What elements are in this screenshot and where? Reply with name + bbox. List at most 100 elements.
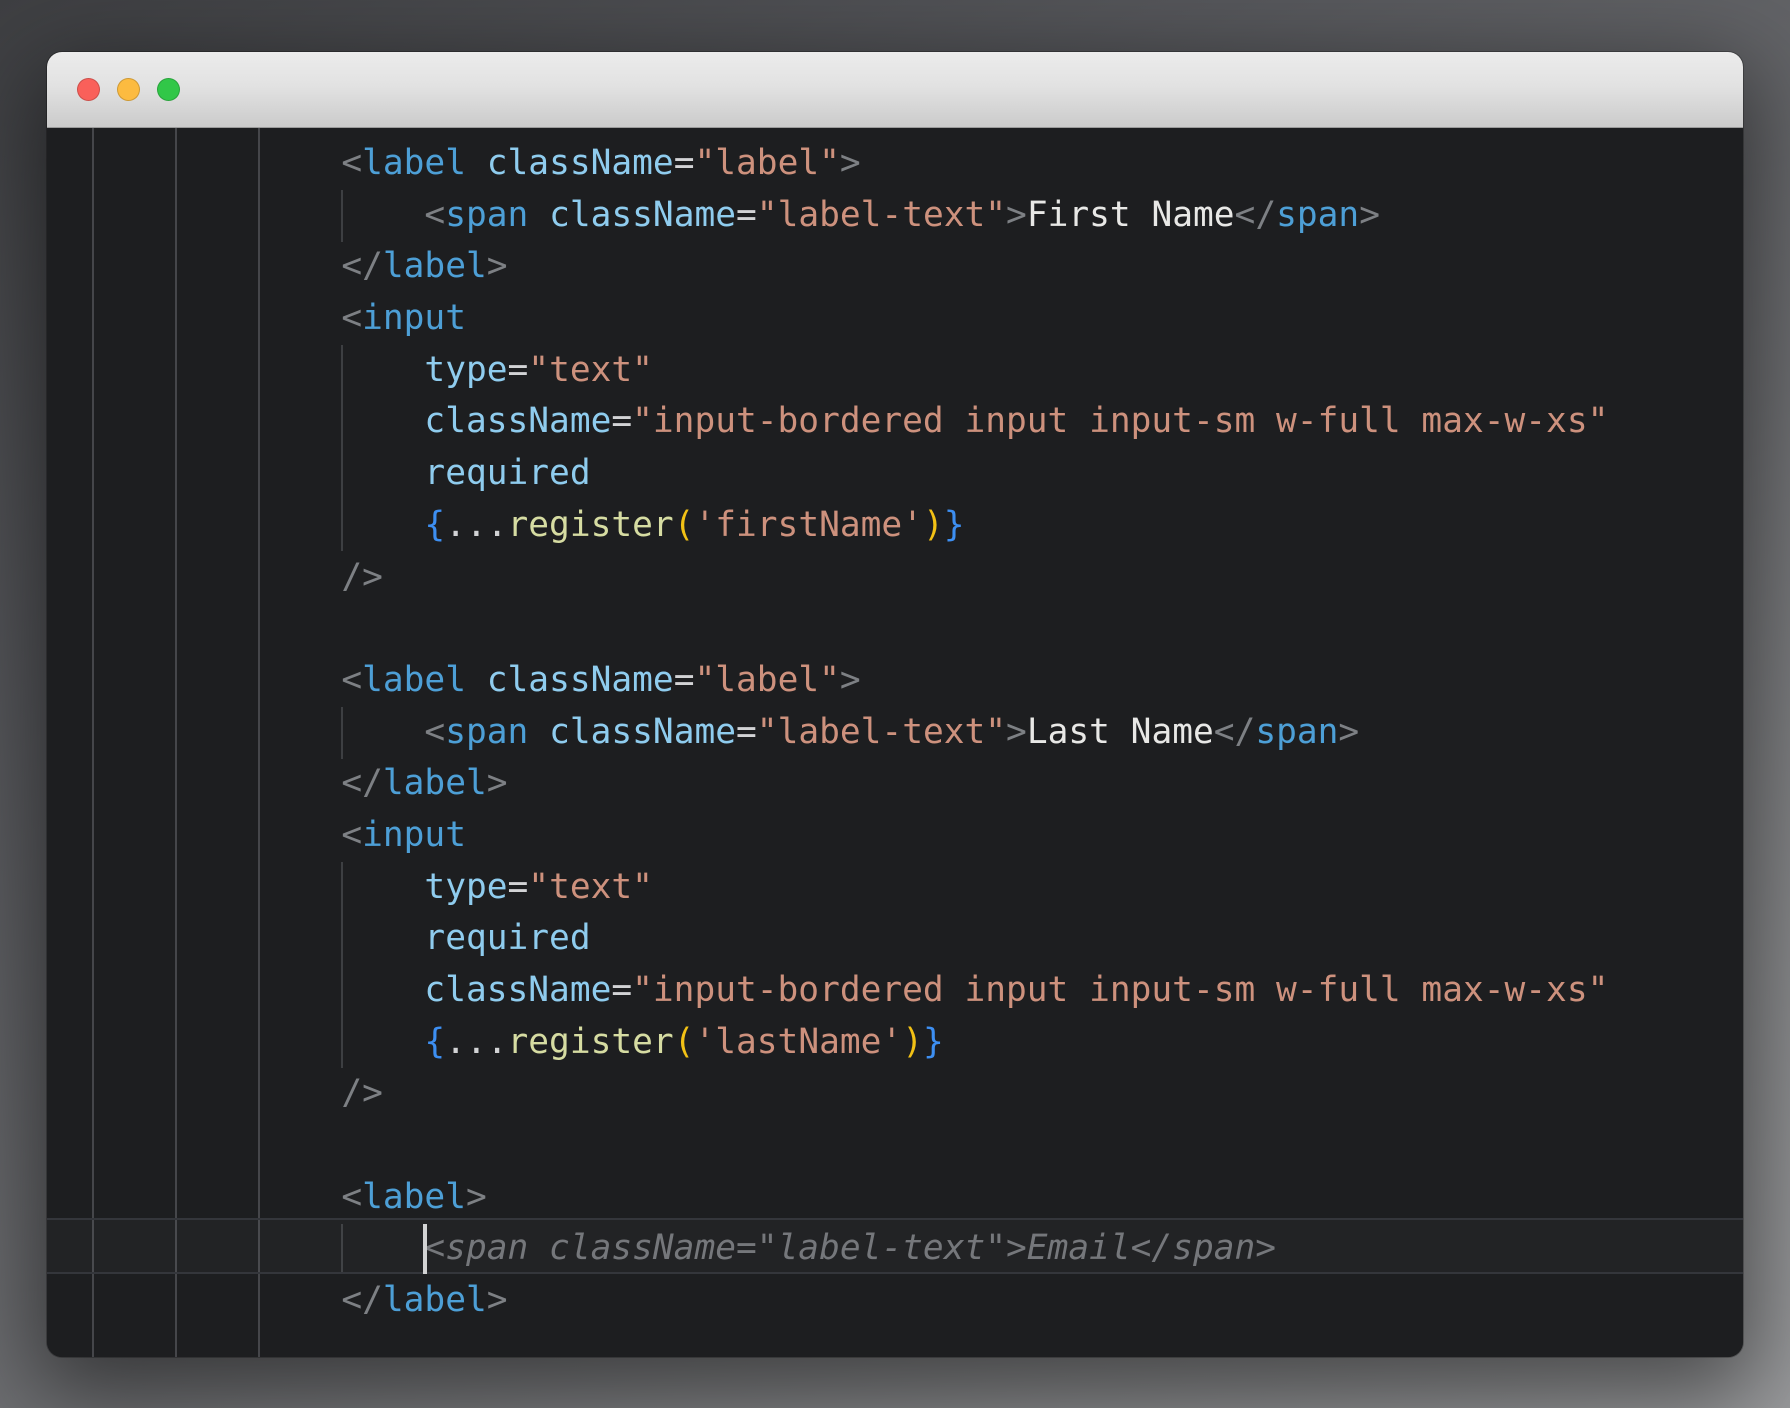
- code-token-text: Last Name: [1027, 712, 1214, 752]
- code-token-attribute: className: [424, 970, 611, 1010]
- window-titlebar[interactable]: [47, 52, 1743, 128]
- code-line: <input: [47, 810, 1608, 862]
- code-content: <label className="label"> <span classNam…: [47, 138, 1608, 1327]
- code-token-tag: label: [383, 1280, 487, 1320]
- code-token-brace: {: [424, 1022, 445, 1062]
- code-token-paren: (: [674, 1022, 695, 1062]
- code-token-operator: ...: [445, 1022, 507, 1062]
- code-line: />: [47, 552, 1608, 604]
- code-line: </label>: [47, 241, 1608, 293]
- code-token-string: "label-text": [757, 195, 1006, 235]
- code-token-attribute: className: [487, 143, 674, 183]
- code-token-bracket: >: [1006, 712, 1027, 752]
- code-token-plain: [466, 143, 487, 183]
- code-token-string: 'firstName': [694, 505, 922, 545]
- code-token-bracket: </: [341, 763, 383, 803]
- code-token-bracket: >: [487, 246, 508, 286]
- code-token-plain: [528, 712, 549, 752]
- code-token-operator: =: [611, 401, 632, 441]
- code-token-plain: [466, 660, 487, 700]
- code-token-tag: span: [1276, 195, 1359, 235]
- code-line: className="input-bordered input input-sm…: [47, 396, 1608, 448]
- code-line: [47, 1120, 1608, 1172]
- code-token-tag: span: [1255, 712, 1338, 752]
- code-token-attribute: required: [424, 453, 590, 493]
- code-token-string: 'lastName': [694, 1022, 902, 1062]
- code-token-tag: label: [383, 246, 487, 286]
- code-token-tag: label: [362, 143, 466, 183]
- code-token-string: "label-text": [757, 712, 1006, 752]
- code-token-tag: span: [445, 712, 528, 752]
- code-token-string: "text": [528, 867, 653, 907]
- code-token-bracket: </: [341, 246, 383, 286]
- code-token-attribute: className: [549, 195, 736, 235]
- code-token-brace: {: [424, 505, 445, 545]
- code-token-bracket: >: [1359, 195, 1380, 235]
- code-token-operator: =: [736, 195, 757, 235]
- code-token-operator: =: [508, 350, 529, 390]
- code-token-function: register: [508, 1022, 674, 1062]
- code-token-bracket: <: [341, 143, 362, 183]
- code-token-bracket: <: [341, 660, 362, 700]
- code-token-function: register: [508, 505, 674, 545]
- zoom-button[interactable]: [157, 78, 180, 101]
- code-line: />: [47, 1068, 1608, 1120]
- code-token-bracket: >: [487, 763, 508, 803]
- code-token-tag: input: [362, 298, 466, 338]
- code-token-attribute: className: [549, 712, 736, 752]
- minimize-button[interactable]: [117, 78, 140, 101]
- code-token-bracket: >: [1338, 712, 1359, 752]
- code-token-bracket: <: [341, 298, 362, 338]
- code-token-paren: (: [674, 505, 695, 545]
- code-token-string: "input-bordered input input-sm w-full ma…: [632, 970, 1608, 1010]
- code-token-bracket: </: [341, 1280, 383, 1320]
- code-editor[interactable]: <label className="label"> <span classNam…: [47, 128, 1743, 1357]
- code-token-operator: =: [611, 970, 632, 1010]
- code-line: <span className="label-text">First Name<…: [47, 190, 1608, 242]
- code-token-bracket: <: [341, 815, 362, 855]
- code-token-tag: input: [362, 815, 466, 855]
- code-line: {...register('lastName')}: [47, 1017, 1608, 1069]
- code-token-bracket: <: [341, 1177, 362, 1217]
- code-token-bracket: >: [466, 1177, 487, 1217]
- code-token-ghost: <span className="label-text">Email</span…: [424, 1228, 1276, 1268]
- code-token-attribute: type: [424, 867, 507, 907]
- code-line: <label className="label">: [47, 138, 1608, 190]
- code-token-attribute: className: [487, 660, 674, 700]
- code-token-bracket: <: [424, 712, 445, 752]
- code-token-plain: [528, 195, 549, 235]
- code-token-bracket: />: [341, 1073, 383, 1113]
- code-token-text: First Name: [1027, 195, 1235, 235]
- code-token-bracket: >: [1006, 195, 1027, 235]
- code-line: </label>: [47, 1275, 1608, 1327]
- code-token-string: "label": [694, 660, 839, 700]
- code-line: {...register('firstName')}: [47, 500, 1608, 552]
- code-token-tag: label: [362, 1177, 466, 1217]
- code-line-ghost-suggestion: <span className="label-text">Email</span…: [47, 1223, 1608, 1275]
- code-token-bracket: >: [840, 143, 861, 183]
- close-button[interactable]: [77, 78, 100, 101]
- code-line: required: [47, 448, 1608, 500]
- code-token-attribute: required: [424, 918, 590, 958]
- code-token-string: "text": [528, 350, 653, 390]
- code-token-attribute: className: [424, 401, 611, 441]
- code-token-tag: label: [383, 763, 487, 803]
- code-line: </label>: [47, 758, 1608, 810]
- code-token-operator: =: [736, 712, 757, 752]
- code-line: type="text": [47, 345, 1608, 397]
- code-token-bracket: >: [840, 660, 861, 700]
- code-token-bracket: </: [1214, 712, 1256, 752]
- code-token-bracket: </: [1235, 195, 1277, 235]
- code-line: className="input-bordered input input-sm…: [47, 965, 1608, 1017]
- code-token-operator: =: [674, 660, 695, 700]
- code-token-string: "label": [694, 143, 839, 183]
- traffic-lights: [77, 78, 180, 101]
- code-token-bracket: >: [487, 1280, 508, 1320]
- code-token-operator: =: [674, 143, 695, 183]
- code-token-attribute: type: [424, 350, 507, 390]
- code-token-paren: ): [902, 1022, 923, 1062]
- code-token-operator: =: [508, 867, 529, 907]
- text-cursor: [423, 1224, 427, 1274]
- code-token-paren: ): [923, 505, 944, 545]
- code-line: <label className="label">: [47, 655, 1608, 707]
